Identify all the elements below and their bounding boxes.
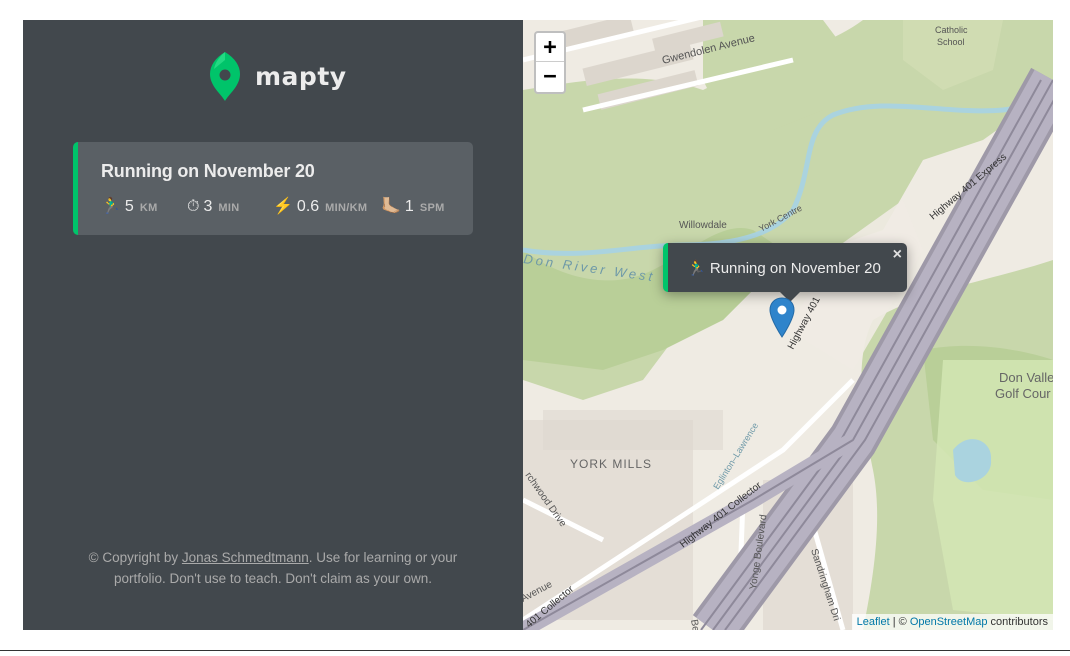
map-label-golf-course: Golf Cour	[995, 386, 1051, 401]
workout-details: 🏃‍♂️ 5 KM ⏱ 3 MIN ⚡️ 0.6 MIN/KM 🦶🏼 1	[101, 196, 445, 216]
workout-detail-duration: ⏱ 3 MIN	[187, 198, 273, 216]
openstreetmap-link[interactable]: OpenStreetMap	[910, 616, 988, 628]
map-label-willowdale: Willowdale	[679, 220, 727, 231]
workout-detail-pace: ⚡️ 0.6 MIN/KM	[273, 196, 381, 216]
map-label-york-mills: YORK MILLS	[570, 457, 652, 471]
logo: mapty	[209, 50, 347, 102]
workout-item[interactable]: Running on November 20 🏃‍♂️ 5 KM ⏱ 3 MIN…	[73, 142, 473, 235]
copyright-prefix: © Copyright by	[88, 550, 182, 565]
footprint-icon: 🦶🏼	[381, 198, 401, 215]
app-name: mapty	[255, 61, 347, 91]
map-label-bel: Bel	[688, 619, 701, 630]
cadence-value: 1	[404, 198, 414, 215]
cadence-unit: SPM	[419, 202, 445, 214]
map[interactable]: Gwendolen Avenue Catholic School Willowd…	[523, 20, 1053, 630]
popup-label: Running on November 20	[709, 260, 881, 277]
lightning-icon: ⚡️	[273, 198, 293, 215]
runner-icon: 🏃‍♂️	[687, 260, 706, 277]
sidebar: mapty Running on November 20 🏃‍♂️ 5 KM ⏱…	[23, 20, 523, 630]
pace-unit: MIN/KM	[325, 202, 368, 214]
stopwatch-icon: ⏱	[187, 198, 200, 215]
popup-close-button[interactable]: ×	[893, 246, 902, 264]
map-label-don-valley: Don Valle	[999, 370, 1053, 385]
distance-value: 5	[124, 198, 134, 215]
duration-value: 3	[203, 198, 213, 215]
workout-popup[interactable]: 🏃‍♂️ Running on November 20 ×	[663, 243, 907, 302]
map-marker-icon[interactable]	[769, 297, 795, 338]
distance-unit: KM	[139, 202, 158, 214]
workout-title: Running on November 20	[101, 161, 315, 181]
map-attribution: Leaflet | © OpenStreetMap contributors	[851, 614, 1053, 630]
window-bottom-edge	[0, 650, 1070, 656]
zoom-in-button[interactable]: +	[536, 33, 564, 62]
workout-detail-distance: 🏃‍♂️ 5 KM	[101, 196, 187, 216]
pace-value: 0.6	[296, 198, 320, 215]
map-label-catholic: Catholic	[935, 25, 968, 35]
author-link[interactable]: Jonas Schmedtmann	[182, 550, 309, 565]
map-label-school: School	[937, 37, 965, 47]
popup-text: 🏃‍♂️ Running on November 20	[687, 259, 881, 277]
leaflet-link[interactable]: Leaflet	[857, 616, 890, 628]
runner-icon: 🏃‍♂️	[101, 198, 121, 215]
workout-detail-cadence: 🦶🏼 1 SPM	[381, 196, 445, 216]
duration-unit: MIN	[218, 202, 240, 214]
zoom-out-button[interactable]: −	[536, 62, 564, 91]
zoom-control: + −	[534, 31, 566, 94]
mapty-app: mapty Running on November 20 🏃‍♂️ 5 KM ⏱…	[23, 20, 1053, 630]
copyright: © Copyright by Jonas Schmedtmann. Use fo…	[23, 547, 523, 589]
attribution-separator: | ©	[889, 616, 910, 628]
attribution-contributors: contributors	[987, 616, 1048, 628]
map-pin-logo-icon	[210, 52, 240, 101]
